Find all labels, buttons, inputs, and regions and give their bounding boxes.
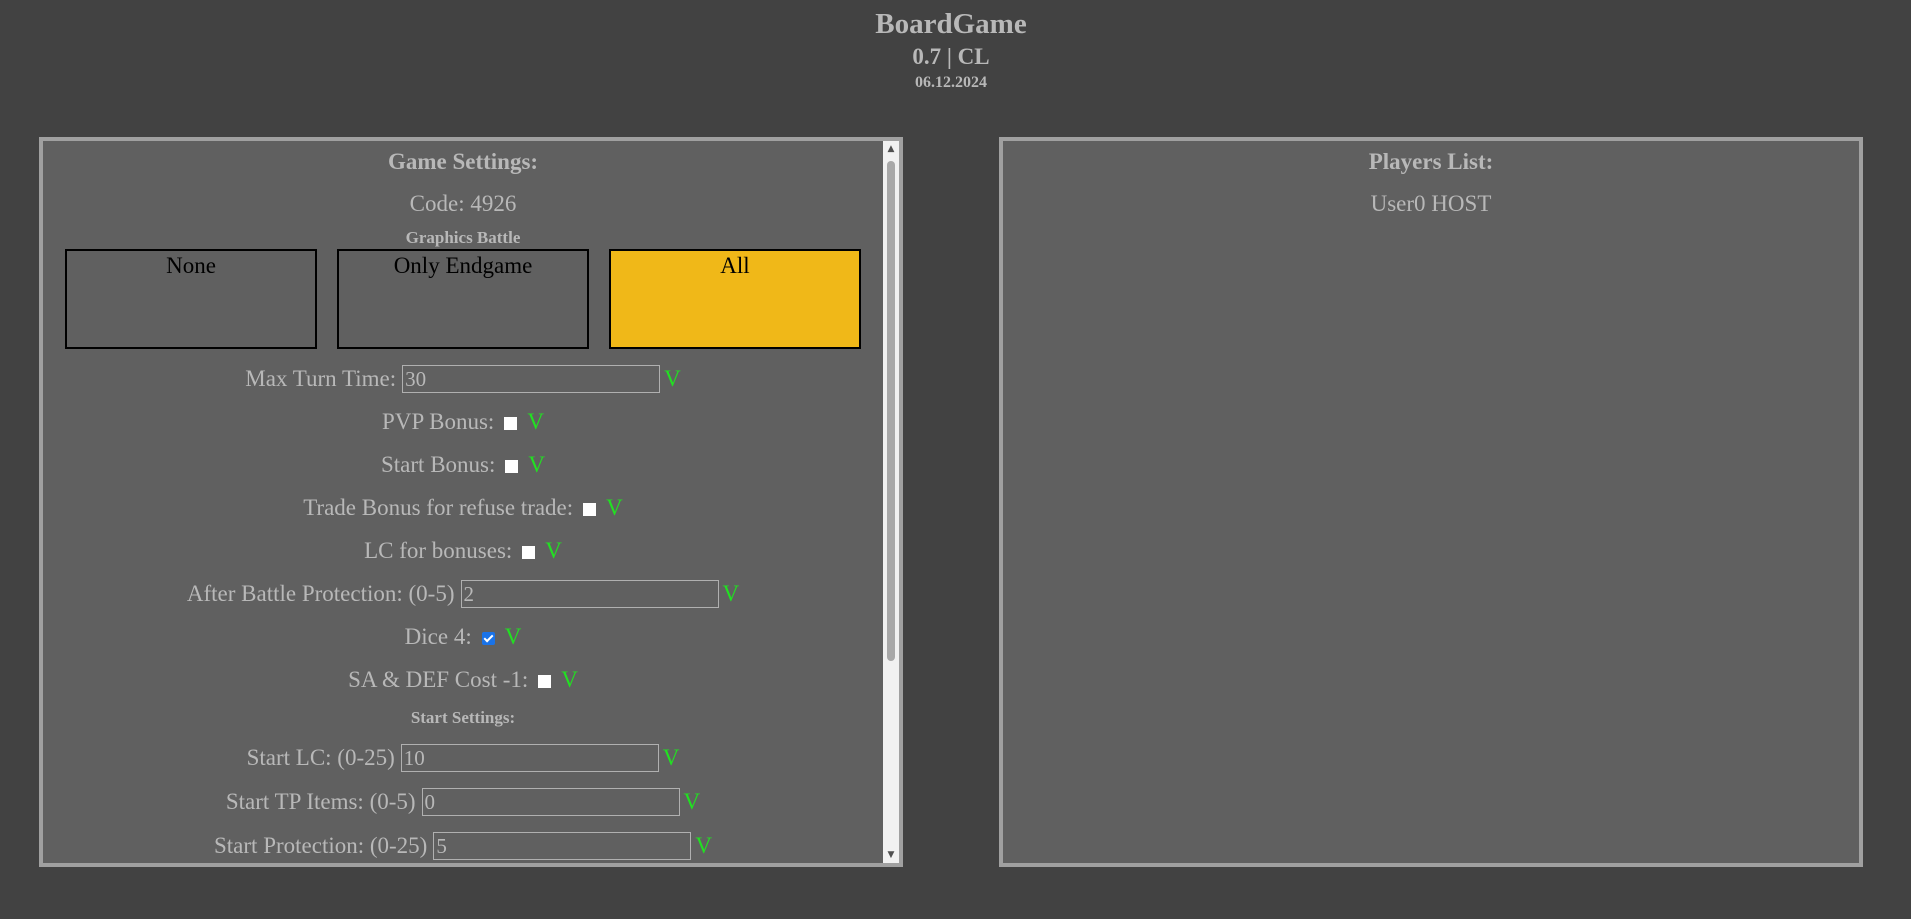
start-lc-input[interactable] [400, 744, 659, 772]
players-list-panel: Players List: User0 HOST [999, 137, 1863, 867]
scrollbar-thumb[interactable] [887, 161, 895, 661]
start-tp-items-row: Start TP Items: (0-5) V [43, 787, 883, 817]
start-tp-items-input[interactable] [421, 788, 680, 816]
graphics-only-endgame-button[interactable]: Only Endgame [337, 249, 589, 349]
game-settings-panel: Game Settings: Code: 4926 Graphics Battl… [39, 137, 903, 867]
lc-bonuses-checkbox[interactable] [522, 545, 536, 559]
pvp-bonus-checkbox[interactable] [504, 416, 518, 430]
trade-bonus-label: Trade Bonus for refuse trade: [303, 495, 574, 520]
start-bonus-row: Start Bonus: V [43, 450, 883, 480]
after-battle-protection-confirm[interactable]: V [723, 579, 740, 609]
start-protection-label: Start Protection: (0-25) [214, 833, 428, 858]
trade-bonus-confirm[interactable]: V [606, 493, 623, 523]
pvp-bonus-confirm[interactable]: V [527, 407, 544, 437]
page-header: BoardGame 0.7 | CL 06.12.2024 [0, 6, 1902, 94]
start-bonus-confirm[interactable]: V [528, 450, 545, 480]
app-date: 06.12.2024 [915, 74, 987, 91]
trade-bonus-checkbox[interactable] [583, 502, 597, 516]
after-battle-protection-row: After Battle Protection: (0-5) V [43, 579, 883, 609]
graphics-battle-options: None Only Endgame All [43, 249, 883, 349]
sa-def-cost-checkbox[interactable] [538, 674, 552, 688]
start-protection-input[interactable] [433, 832, 692, 860]
scroll-down-arrow-icon[interactable]: ▼ [883, 847, 899, 863]
start-protection-confirm[interactable]: V [695, 831, 712, 861]
graphics-battle-label: Graphics Battle [405, 228, 521, 247]
scroll-up-arrow-icon[interactable]: ▲ [883, 141, 899, 157]
start-settings-heading: Start Settings: [410, 708, 516, 727]
lc-bonuses-label: LC for bonuses: [364, 538, 513, 563]
app-title: BoardGame [875, 8, 1027, 40]
sa-def-cost-confirm[interactable]: V [561, 665, 578, 695]
settings-scrollbar[interactable]: ▲ ▼ [883, 141, 899, 863]
pvp-bonus-row: PVP Bonus: V [43, 407, 883, 437]
after-battle-protection-input[interactable] [460, 580, 719, 608]
game-code: Code: 4926 [409, 191, 517, 216]
start-bonus-checkbox[interactable] [505, 459, 519, 473]
start-lc-row: Start LC: (0-25) V [43, 743, 883, 773]
players-list: Players List: User0 HOST [1003, 147, 1859, 219]
max-turn-time-input[interactable] [402, 365, 661, 393]
lc-bonuses-confirm[interactable]: V [545, 536, 562, 566]
sa-def-cost-row: SA & DEF Cost -1: V [43, 665, 883, 695]
game-settings-title: Game Settings: [387, 149, 539, 174]
trade-bonus-row: Trade Bonus for refuse trade: V [43, 493, 883, 523]
players-list-title: Players List: [1368, 149, 1494, 174]
dice4-checkbox[interactable] [481, 631, 495, 645]
dice4-label: Dice 4: [404, 624, 472, 649]
start-protection-row: Start Protection: (0-25) V [43, 831, 883, 861]
dice4-confirm[interactable]: V [505, 622, 522, 652]
max-turn-time-confirm[interactable]: V [664, 364, 681, 394]
sa-def-cost-label: SA & DEF Cost -1: [348, 667, 529, 692]
start-lc-confirm[interactable]: V [663, 743, 680, 773]
start-tp-items-confirm[interactable]: V [684, 787, 701, 817]
player-item: User0 HOST [1370, 191, 1492, 216]
start-tp-items-label: Start TP Items: (0-5) [225, 789, 416, 814]
max-turn-time-row: Max Turn Time: V [43, 364, 883, 394]
lc-bonuses-row: LC for bonuses: V [43, 536, 883, 566]
dice4-row: Dice 4: V [43, 622, 883, 652]
start-bonus-label: Start Bonus: [381, 452, 496, 477]
app-version: 0.7 | CL [912, 44, 990, 69]
pvp-bonus-label: PVP Bonus: [382, 409, 495, 434]
start-lc-label: Start LC: (0-25) [246, 745, 395, 770]
graphics-all-button[interactable]: All [609, 249, 861, 349]
after-battle-protection-label: After Battle Protection: (0-5) [186, 581, 455, 606]
max-turn-time-label: Max Turn Time: [245, 366, 397, 391]
graphics-none-button[interactable]: None [65, 249, 317, 349]
game-settings-scroll-area: Game Settings: Code: 4926 Graphics Battl… [43, 141, 883, 863]
